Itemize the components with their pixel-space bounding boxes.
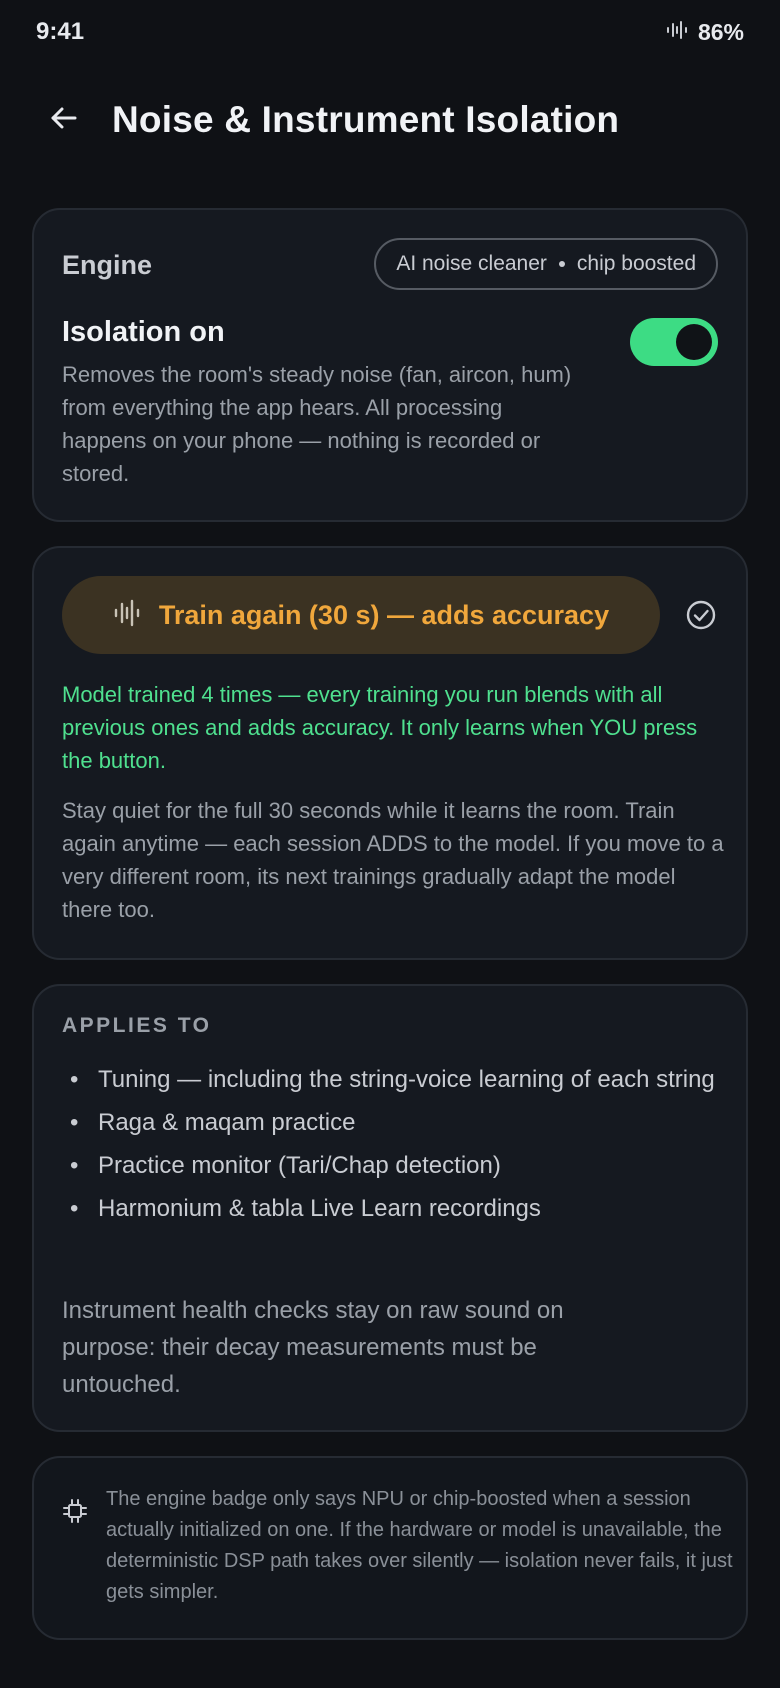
- bullet: •: [70, 1066, 79, 1093]
- status-time: 9:41: [36, 18, 85, 45]
- back-button[interactable]: [44, 100, 84, 140]
- list-item-text: Practice monitor (Tari/Chap detection): [98, 1152, 501, 1179]
- list-item: • Tuning — including the string-voice lea…: [62, 1058, 726, 1101]
- bullet: •: [70, 1152, 79, 1179]
- screen: 9:41 86% Noise & Instrument Isolation En…: [0, 0, 780, 1688]
- applies-list: • Tuning — including the string-voice lea…: [62, 1058, 726, 1230]
- separator-dot: [558, 261, 565, 267]
- list-item-text: Harmonium & tabla Live Learn recordings: [98, 1195, 541, 1222]
- isolation-toggle[interactable]: [630, 318, 718, 366]
- list-item: • Harmonium & tabla Live Learn recordings: [62, 1187, 726, 1230]
- page-title: Noise & Instrument Isolation: [112, 99, 620, 140]
- training-help: Stay quiet for the full 30 seconds while…: [62, 798, 724, 922]
- engine-badge-mode: chip boosted: [576, 252, 696, 275]
- status-right: 86%: [666, 19, 744, 46]
- applies-heading: APPLIES TO: [62, 1014, 212, 1037]
- list-item: • Practice monitor (Tari/Chap detection): [62, 1144, 726, 1187]
- train-again-button[interactable]: Train again (30 s) — adds accuracy: [62, 576, 660, 654]
- list-item-text: Raga & maqam practice: [98, 1109, 356, 1136]
- isolation-description: Removes the room's steady noise (fan, ai…: [62, 362, 572, 486]
- arrow-left-icon: [48, 102, 80, 139]
- list-item-text: Tuning — including the string-voice lear…: [98, 1066, 715, 1093]
- list-item: • Raga & maqam practice: [62, 1101, 726, 1144]
- applies-footnote: Instrument health checks stay on raw sou…: [62, 1297, 564, 1398]
- training-status: Model trained 4 times — every training y…: [62, 682, 698, 773]
- engine-card: Engine AI noise cleaner chip boosted Iso…: [32, 208, 748, 522]
- status-bar: 9:41 86%: [0, 0, 780, 64]
- isolation-title: Isolation on: [62, 316, 225, 348]
- chip-icon: [62, 1498, 88, 1524]
- engine-badge-name: AI noise cleaner: [396, 252, 547, 275]
- waveform-icon: [113, 599, 141, 632]
- training-card: Train again (30 s) — adds accuracy Model…: [32, 546, 748, 960]
- check-circle-icon: [686, 600, 716, 630]
- waveform-icon: [666, 20, 688, 45]
- train-again-label: Train again (30 s) — adds accuracy: [158, 599, 610, 630]
- battery-level: 86%: [697, 18, 744, 45]
- engine-label: Engine: [62, 250, 153, 280]
- bullet: •: [70, 1109, 79, 1136]
- applies-card: APPLIES TO • Tuning — including the strin…: [32, 984, 748, 1432]
- engine-note-card: The engine badge only says NPU or chip-b…: [32, 1456, 748, 1640]
- engine-note-text: The engine badge only says NPU or chip-b…: [106, 1488, 733, 1603]
- engine-badge: AI noise cleaner chip boosted: [374, 238, 718, 290]
- app-header: Noise & Instrument Isolation: [0, 88, 780, 152]
- bullet: •: [70, 1195, 79, 1222]
- toggle-knob: [676, 324, 712, 360]
